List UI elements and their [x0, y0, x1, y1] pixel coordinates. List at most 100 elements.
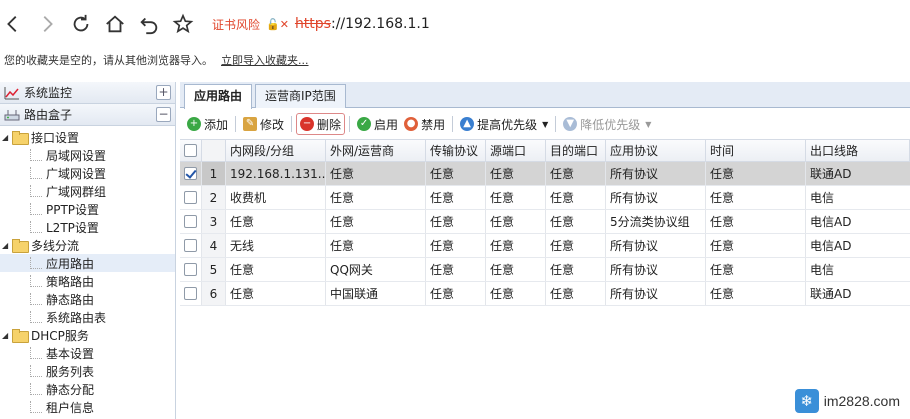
row-checkbox-cell[interactable]	[180, 234, 202, 257]
import-bookmarks-link[interactable]: 立即导入收藏夹...	[221, 52, 309, 68]
tree-item-l2tp[interactable]: L2TP设置	[0, 218, 175, 236]
chevron-down-icon: ▼	[645, 119, 652, 129]
panel-label: 路由盒子	[24, 108, 73, 122]
select-all-checkbox-cell[interactable]	[180, 140, 202, 161]
table-cell: 任意	[486, 186, 546, 209]
panel-label: 系统监控	[24, 86, 73, 100]
add-button[interactable]: + 添加	[184, 113, 231, 135]
tree-item-lease-info[interactable]: 租户信息	[0, 398, 175, 416]
minus-icon: −	[300, 117, 315, 131]
tree-item-dhcp-basic[interactable]: 基本设置	[0, 344, 175, 362]
row-number: 3	[202, 210, 226, 233]
favorite-button[interactable]	[170, 11, 196, 37]
table-cell: 任意	[486, 258, 546, 281]
tree-line-icon	[30, 383, 42, 395]
panel-router-box[interactable]: 路由盒子 −	[0, 104, 175, 126]
enable-label: 启用	[374, 117, 399, 132]
table-row[interactable]: 5 任意 QQ网关 任意 任意 任意 所有协议 任意 电信	[180, 258, 910, 282]
arrow-down-icon: ▼	[563, 117, 578, 131]
disable-button[interactable]: ● 禁用	[401, 113, 448, 135]
table-row[interactable]: 1 192.168.1.131... 任意 任意 任意 任意 所有协议 任意 联通AD	[180, 162, 910, 186]
table-cell: 任意	[486, 162, 546, 185]
tree-label: 策略路由	[46, 274, 95, 289]
table-cell: 任意	[426, 186, 486, 209]
tree-line-icon	[30, 401, 42, 413]
row-checkbox[interactable]	[184, 239, 197, 252]
delete-button[interactable]: − 删除	[296, 113, 346, 135]
table-cell: 任意	[426, 258, 486, 281]
table-cell: 任意	[546, 186, 606, 209]
chart-icon	[4, 86, 20, 100]
browser-toolbar: 证书风险 🔓✕ https ://192.168.1.1	[0, 0, 910, 48]
lower-priority-button[interactable]: ▼ 降低优先级 ▼	[560, 113, 654, 135]
tree-group-dhcp[interactable]: ◢ DHCP服务	[0, 326, 175, 344]
table-cell: 电信AD	[810, 239, 852, 253]
tree-item-pptp[interactable]: PPTP设置	[0, 200, 175, 218]
tree-item-wan[interactable]: 广域网设置	[0, 164, 175, 182]
column-header[interactable]: 目的端口	[546, 140, 606, 161]
row-checkbox[interactable]	[184, 215, 197, 228]
row-checkbox[interactable]	[184, 191, 197, 204]
expand-toggle[interactable]: +	[156, 85, 171, 100]
row-checkbox[interactable]	[184, 287, 197, 300]
tree-line-icon	[30, 257, 42, 269]
table-cell: 任意	[706, 162, 806, 185]
arrow-up-icon: ▲	[460, 117, 475, 131]
column-header[interactable]: 源端口	[486, 140, 546, 161]
routes-table: 内网段/分组 外网/运营商 传输协议 源端口 目的端口 应用协议 时间 出口线路…	[180, 139, 910, 306]
folder-icon	[12, 329, 29, 343]
select-all-checkbox[interactable]	[184, 144, 197, 157]
table-row[interactable]: 2 收费机 任意 任意 任意 任意 所有协议 任意 电信	[180, 186, 910, 210]
forward-button[interactable]	[34, 11, 60, 37]
tree-item-wan-group[interactable]: 广域网群组	[0, 182, 175, 200]
panel-system-monitor[interactable]: 系统监控 +	[0, 82, 175, 104]
tree-group-multiline[interactable]: ◢ 多线分流	[0, 236, 175, 254]
tree-item-route-table[interactable]: 系统路由表	[0, 308, 175, 326]
reload-button[interactable]	[68, 11, 94, 37]
tab-isp-ip-range[interactable]: 运营商IP范围	[255, 84, 346, 108]
tree-item-static-assign[interactable]: 静态分配	[0, 380, 175, 398]
column-header[interactable]: 内网段/分组	[226, 140, 326, 161]
edit-button[interactable]: ✎ 修改	[240, 113, 287, 135]
tree-item-service-list[interactable]: 服务列表	[0, 362, 175, 380]
tree-item-lan[interactable]: 局域网设置	[0, 146, 175, 164]
folder-icon	[12, 239, 29, 253]
check-icon: ✓	[357, 117, 372, 131]
watermark-text: im2828.com	[823, 393, 900, 409]
table-row[interactable]: 3 任意 任意 任意 任意 任意 5分流类协议组 任意 电信AD	[180, 210, 910, 234]
address-bar[interactable]: 证书风险 🔓✕ https ://192.168.1.1	[212, 10, 910, 38]
tree-item-app-route[interactable]: 应用路由	[0, 254, 175, 272]
row-checkbox-cell[interactable]	[180, 282, 202, 305]
column-header[interactable]: 传输协议	[426, 140, 486, 161]
row-checkbox-cell[interactable]	[180, 186, 202, 209]
tree-group-interface[interactable]: ◢ 接口设置	[0, 128, 175, 146]
column-header[interactable]: 应用协议	[606, 140, 706, 161]
enable-button[interactable]: ✓ 启用	[354, 113, 401, 135]
add-label: 添加	[204, 117, 229, 132]
raise-priority-button[interactable]: ▲ 提高优先级 ▼	[457, 113, 551, 135]
table-cell: 所有协议	[606, 258, 706, 281]
table-cell: 任意	[426, 282, 486, 305]
row-checkbox[interactable]	[184, 263, 197, 276]
row-checkbox-cell[interactable]	[180, 210, 202, 233]
forward-arrow-icon	[43, 16, 53, 32]
row-checkbox[interactable]	[184, 167, 197, 180]
column-header[interactable]: 外网/运营商	[326, 140, 426, 161]
collapse-toggle[interactable]: −	[156, 107, 171, 122]
certificate-warning[interactable]: 证书风险	[212, 16, 260, 33]
table-cell: 任意	[426, 162, 486, 185]
table-row[interactable]: 6 任意 中国联通 任意 任意 任意 所有协议 任意 联通AD	[180, 282, 910, 306]
tree-item-policy-route[interactable]: 策略路由	[0, 272, 175, 290]
row-checkbox-cell[interactable]	[180, 162, 202, 185]
undo-close-tab-button[interactable]	[136, 11, 162, 37]
table-row[interactable]: 4 无线 任意 任意 任意 任意 所有协议 任意 电信AD	[180, 234, 910, 258]
tree-item-static-route[interactable]: 静态路由	[0, 290, 175, 308]
table-cell: 5分流类协议组	[606, 210, 706, 233]
tab-app-route[interactable]: 应用路由	[184, 84, 253, 109]
column-header[interactable]: 出口线路	[806, 140, 910, 161]
back-button[interactable]	[0, 11, 26, 37]
column-header[interactable]: 时间	[706, 140, 806, 161]
row-checkbox-cell[interactable]	[180, 258, 202, 281]
home-button[interactable]	[102, 11, 128, 37]
stop-icon: ●	[404, 117, 419, 131]
